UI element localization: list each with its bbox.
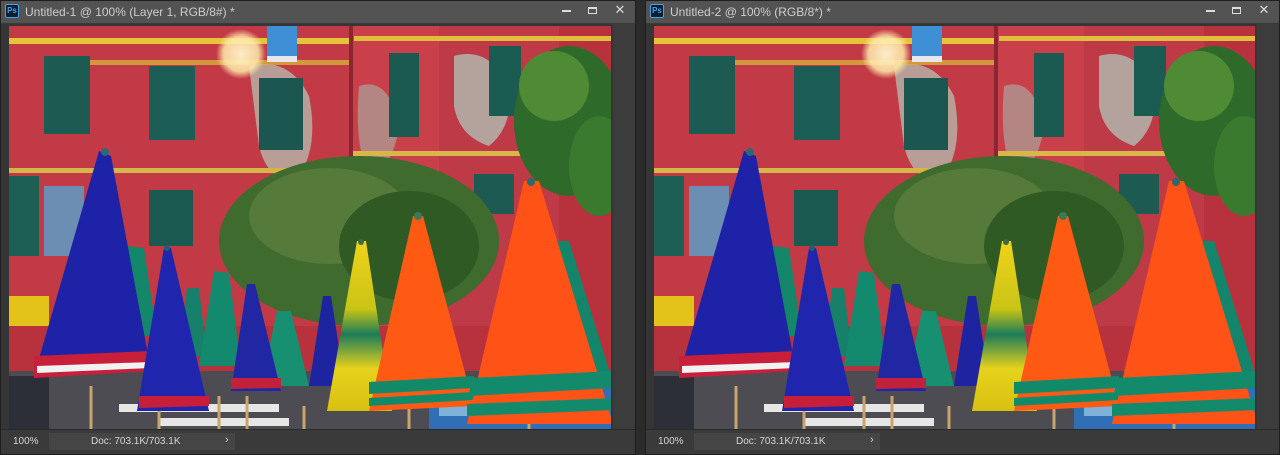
zoom-level-field[interactable]: 100% [658, 435, 694, 449]
zoom-level-field[interactable]: 100% [13, 435, 49, 449]
status-menu-arrow-icon[interactable]: › [225, 434, 229, 446]
minimize-button[interactable] [1197, 1, 1223, 21]
image-canvas[interactable] [9, 26, 611, 429]
document-title: Untitled-2 @ 100% (RGB/8*) * [670, 5, 831, 19]
status-menu-arrow-icon[interactable]: › [870, 434, 874, 446]
photoshop-icon: Ps [5, 4, 19, 18]
canvas-photo [654, 26, 1255, 429]
doc-size-info[interactable]: Doc: 703.1K/703.1K [694, 433, 880, 450]
doc-size-info[interactable]: Doc: 703.1K/703.1K [49, 433, 235, 450]
status-bar: 100% Doc: 703.1K/703.1K › [646, 429, 1279, 454]
maximize-button[interactable] [579, 1, 605, 21]
photoshop-icon: Ps [650, 4, 664, 18]
image-canvas[interactable] [654, 26, 1255, 429]
document-tab-titlebar[interactable]: Ps Untitled-2 @ 100% (RGB/8*) * ✕ [646, 1, 1279, 24]
minimize-button[interactable] [553, 1, 579, 21]
close-icon: ✕ [614, 2, 626, 17]
vertical-scrollbar[interactable] [613, 24, 635, 430]
maximize-icon [587, 7, 597, 15]
maximize-icon [1231, 7, 1241, 15]
close-icon: ✕ [1258, 2, 1270, 17]
maximize-button[interactable] [1223, 1, 1249, 21]
minimize-icon [561, 9, 571, 12]
vertical-scrollbar[interactable] [1257, 24, 1279, 430]
status-bar: 100% Doc: 703.1K/703.1K › [1, 429, 635, 454]
canvas-photo [9, 26, 611, 429]
document-window-1[interactable]: Ps Untitled-1 @ 100% (Layer 1, RGB/8#) *… [0, 0, 636, 455]
close-button[interactable]: ✕ [607, 1, 633, 21]
minimize-icon [1205, 9, 1215, 12]
document-window-2[interactable]: Ps Untitled-2 @ 100% (RGB/8*) * ✕ 100% D… [645, 0, 1280, 455]
document-title: Untitled-1 @ 100% (Layer 1, RGB/8#) * [25, 5, 235, 19]
close-button[interactable]: ✕ [1251, 1, 1277, 21]
document-tab-titlebar[interactable]: Ps Untitled-1 @ 100% (Layer 1, RGB/8#) *… [1, 1, 635, 24]
